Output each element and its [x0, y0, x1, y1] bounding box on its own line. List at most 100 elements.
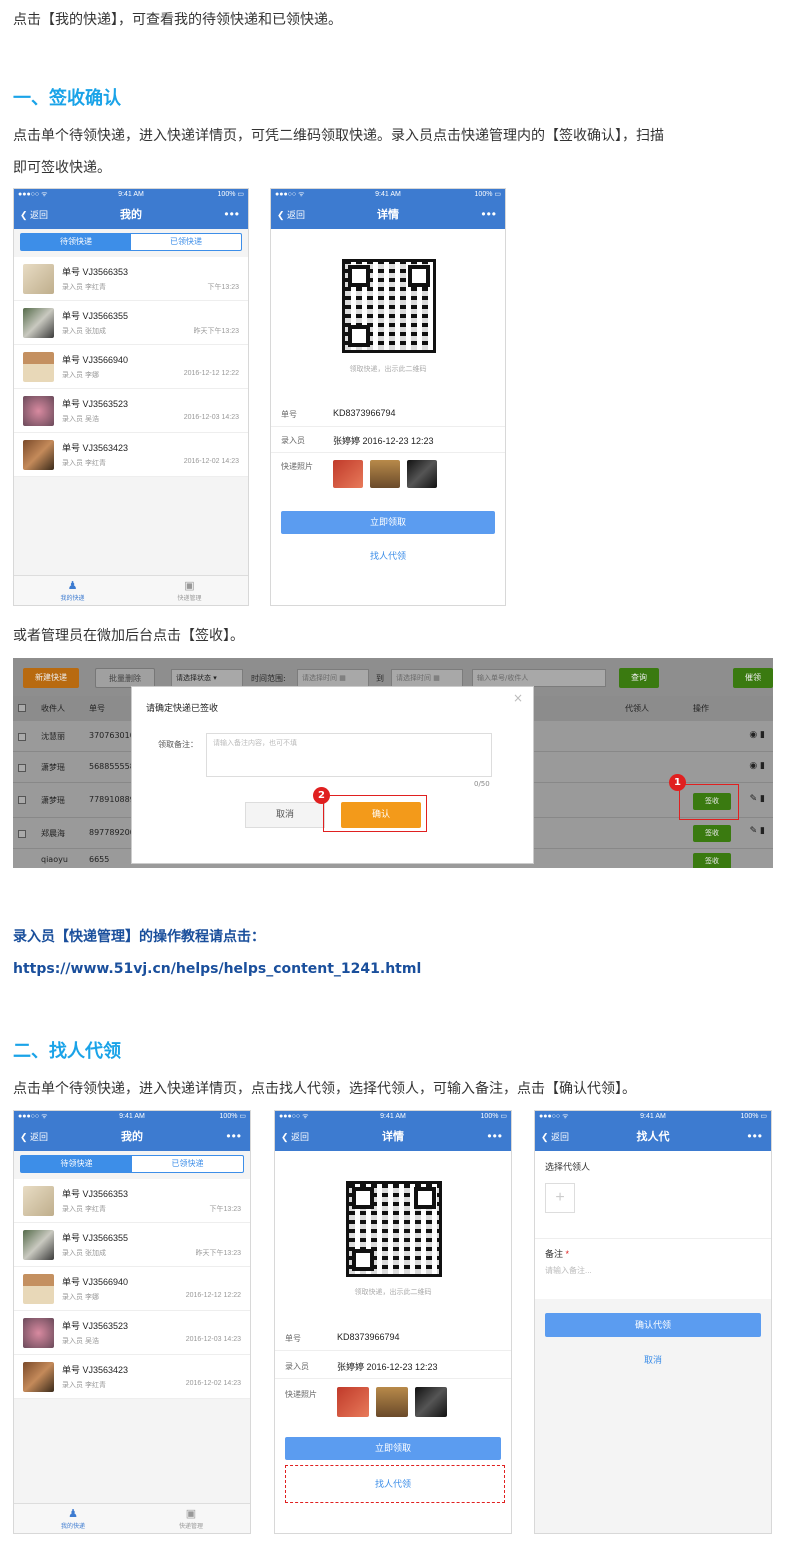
claim-now-button[interactable]: 立即领取	[285, 1437, 501, 1460]
parcel-thumb	[23, 1318, 54, 1348]
item-no: 单号 VJ3563523	[62, 1321, 129, 1331]
cancel-link[interactable]: 取消	[535, 1353, 771, 1366]
segment-control: 待领快递 已领快递	[20, 233, 242, 251]
cancel-button[interactable]: 取消	[245, 802, 325, 828]
col-receiver: 收件人	[41, 704, 65, 713]
more-icon[interactable]: •••	[747, 1123, 763, 1149]
item-recorder: 录入员 李红青	[62, 460, 106, 467]
modal-title: 请确定快递已签收	[146, 704, 219, 714]
row-checkbox[interactable]	[18, 764, 26, 772]
box-icon: ▣	[184, 580, 195, 592]
to-label: 到	[376, 674, 384, 683]
batch-delete-button[interactable]: 批量删除	[95, 668, 155, 688]
tab-my-express[interactable]: ♟ 我的快递	[14, 1504, 132, 1533]
box-icon: ▣	[185, 1508, 197, 1520]
item-recorder: 录入员 张加成	[62, 328, 106, 335]
view-delete-icons[interactable]: ◉ ▮	[749, 730, 765, 740]
row-checkbox[interactable]	[18, 830, 26, 838]
item-recorder: 录入员 吴浩	[62, 1338, 99, 1345]
more-icon[interactable]: •••	[224, 201, 240, 227]
parcel-photo[interactable]	[407, 460, 437, 488]
tab-my-express[interactable]: ♟ 我的快递	[14, 576, 131, 605]
seg-received[interactable]: 已领快递	[132, 1156, 243, 1172]
parcel-photo[interactable]	[415, 1387, 447, 1417]
list-item[interactable]: 单号 VJ3566353 录入员 李红青 下午13:23	[14, 257, 248, 301]
edit-delete-icons[interactable]: ✎ ▮	[750, 826, 765, 836]
status-select[interactable]: 请选择状态 ▾	[171, 669, 243, 687]
parcel-photo[interactable]	[337, 1387, 369, 1417]
list-item[interactable]: 单号 VJ3563523 录入员 吴浩 2016-12-03 14:23	[14, 389, 248, 433]
list-item[interactable]: 单号 VJ3563423 录入员 李红青 2016-12-02 14:23	[14, 1355, 250, 1399]
bottom-tabbar: ♟ 我的快递 ▣ 快递管理	[14, 1503, 250, 1533]
intro-text: 点击【我的快递】，可查看我的待领快递和已领快递。	[13, 12, 342, 28]
col-action: 操作	[693, 704, 709, 713]
more-icon[interactable]: •••	[481, 201, 497, 227]
tutorial-link[interactable]: https://www.51vj.cn/helps/helps_content_…	[13, 961, 421, 977]
item-no: 单号 VJ3566353	[62, 1189, 129, 1199]
list-item[interactable]: 单号 VJ3566353 录入员 李红青 下午13:23	[14, 1179, 250, 1223]
list-item[interactable]: 单号 VJ3566355 录入员 张加成 昨天下午13:23	[14, 301, 248, 345]
close-icon[interactable]: ×	[513, 691, 523, 705]
item-no: 单号 VJ3566940	[62, 1277, 129, 1287]
item-time: 2016-12-02 14:23	[183, 458, 239, 465]
more-icon[interactable]: •••	[226, 1123, 242, 1149]
row-checkbox[interactable]	[18, 733, 26, 741]
parcel-photo[interactable]	[370, 460, 400, 488]
tab-express-manage[interactable]: ▣ 快递管理	[131, 576, 248, 605]
parcel-thumb	[23, 1230, 54, 1260]
section1-desc-line1: 点击单个待领快递，进入快递详情页，可凭二维码领取快递。录入员点击快递管理内的【签…	[13, 128, 664, 144]
item-time: 昨天下午13:23	[195, 1250, 241, 1257]
sign-button[interactable]: 签收	[693, 825, 731, 842]
more-icon[interactable]: •••	[487, 1123, 503, 1149]
list-item[interactable]: 单号 VJ3563423 录入员 李红青 2016-12-02 14:23	[14, 433, 248, 477]
row-receiver: 郑晨海	[41, 829, 65, 838]
item-recorder: 录入员 张加成	[62, 1250, 106, 1257]
search-input[interactable]: 输入单号/收件人	[472, 669, 606, 687]
edit-delete-icons[interactable]: ✎ ▮	[750, 794, 765, 804]
find-proxy-link[interactable]: 找人代领	[271, 549, 505, 562]
add-proxy-button[interactable]: +	[545, 1183, 575, 1213]
remark-label: 备注	[545, 1249, 564, 1259]
parcel-photo[interactable]	[333, 460, 363, 488]
seg-received[interactable]: 已领快递	[131, 234, 241, 250]
item-no: 单号 VJ3566353	[62, 267, 129, 277]
parcel-thumb	[23, 1186, 54, 1216]
list-item[interactable]: 单号 VJ3563523 录入员 吴浩 2016-12-03 14:23	[14, 1311, 250, 1355]
claim-now-button[interactable]: 立即领取	[281, 511, 495, 534]
new-express-button[interactable]: 新建快递	[23, 668, 79, 688]
query-button[interactable]: 查询	[619, 668, 659, 688]
item-time: 2016-12-03 14:23	[185, 1336, 241, 1343]
confirm-proxy-button[interactable]: 确认代领	[545, 1313, 761, 1337]
person-icon: ♟	[68, 1508, 78, 1520]
parcel-thumb	[23, 1362, 54, 1392]
sign-button[interactable]: 签收	[693, 853, 731, 868]
end-date-placeholder: 请选择时间	[396, 674, 431, 682]
select-proxy-section: 选择代领人 +	[535, 1151, 771, 1239]
step-marker-1: 1	[669, 774, 686, 791]
row-receiver: qiaoyu	[41, 855, 68, 864]
select-all-checkbox[interactable]	[18, 704, 26, 712]
phone-proxy: ●●●○○ ᯤ 9:41 AM 100% ▭ ❮ 返回 找人代 ••• 选择代领人 …	[534, 1110, 772, 1534]
remark-input[interactable]: 请输入备注...	[545, 1265, 592, 1276]
step-marker-2: 2	[313, 787, 330, 804]
end-date-input[interactable]: 请选择时间 ▦	[391, 669, 463, 687]
list-item[interactable]: 单号 VJ3566940 录入员 李娜 2016-12-12 12:22	[14, 345, 248, 389]
seg-pending[interactable]: 待领快递	[21, 1156, 132, 1172]
list-item[interactable]: 单号 VJ3566940 录入员 李娜 2016-12-12 12:22	[14, 1267, 250, 1311]
status-time: 9:41 AM	[380, 1113, 406, 1120]
parcel-thumb	[23, 308, 54, 338]
remark-textarea[interactable]: 请输入备注内容，也可不填	[206, 733, 492, 777]
status-battery: 100% ▭	[740, 1113, 767, 1120]
recorder-value: 张婷婷 2016-12-23 12:23	[337, 1362, 438, 1372]
find-proxy-link[interactable]: 找人代领	[275, 1477, 511, 1490]
parcel-thumb	[23, 352, 54, 382]
seg-pending[interactable]: 待领快递	[21, 234, 131, 250]
parcel-photo[interactable]	[376, 1387, 408, 1417]
list-item[interactable]: 单号 VJ3566355 录入员 张加成 昨天下午13:23	[14, 1223, 250, 1267]
row-checkbox[interactable]	[18, 796, 26, 804]
view-delete-icons[interactable]: ◉ ▮	[749, 761, 765, 771]
status-time: 9:41 AM	[118, 191, 144, 198]
tab-express-manage[interactable]: ▣ 快递管理	[132, 1504, 250, 1533]
start-date-input[interactable]: 请选择时间 ▦	[297, 669, 369, 687]
remind-button[interactable]: 催领	[733, 668, 773, 688]
